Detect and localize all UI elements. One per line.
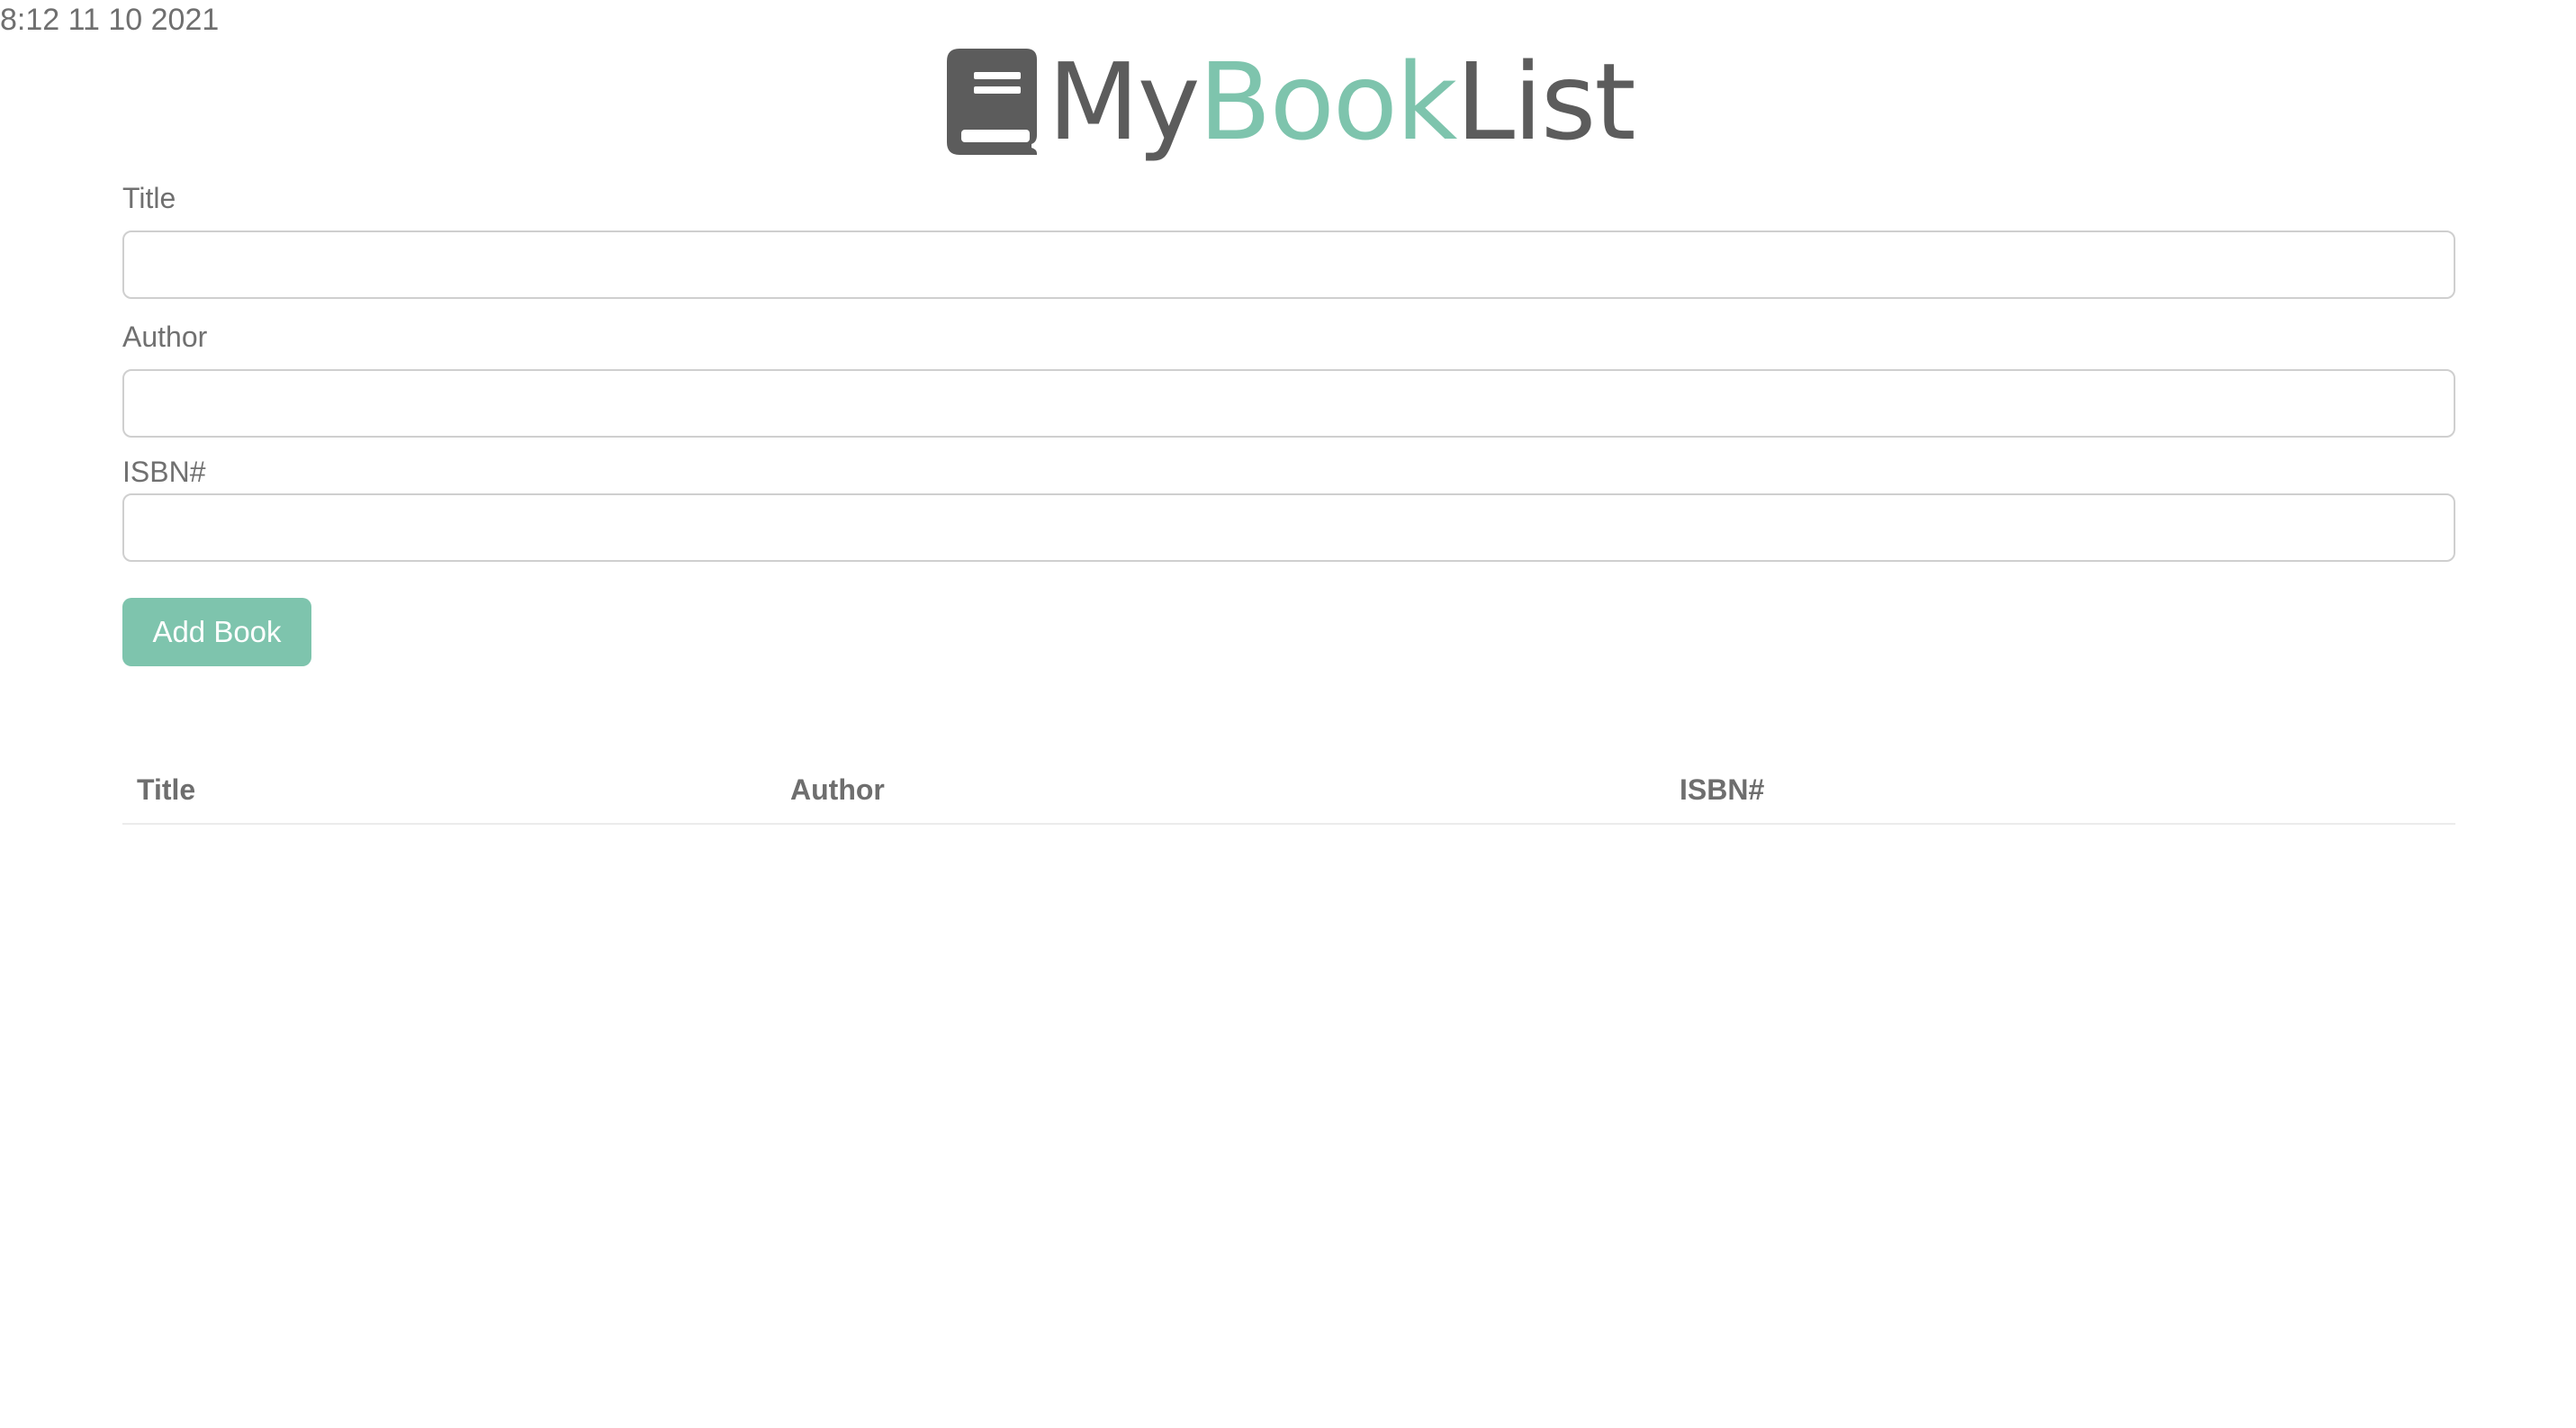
app-page: 8:12 11 10 2021 MyBookList Title Author … — [0, 0, 2576, 1428]
add-book-button[interactable]: Add Book — [122, 598, 311, 666]
author-input[interactable] — [122, 369, 2455, 438]
book-form: Title Author ISBN# — [122, 176, 2455, 578]
app-title-my: My — [1048, 40, 1201, 164]
book-icon — [947, 49, 1037, 155]
title-label: Title — [122, 182, 176, 214]
title-input[interactable] — [122, 230, 2455, 299]
app-title-list: List — [1455, 40, 1635, 164]
title-field-group: Title — [122, 176, 2455, 299]
app-title: MyBookList — [1048, 43, 1636, 160]
datetime-display: 8:12 11 10 2021 — [0, 3, 220, 37]
app-title-book: Book — [1198, 40, 1458, 164]
table-header: Title Author ISBN# — [122, 756, 2455, 825]
isbn-label: ISBN# — [122, 456, 206, 488]
author-field-group: Author — [122, 315, 2455, 438]
isbn-field-group: ISBN# — [122, 454, 2455, 562]
isbn-input[interactable] — [122, 493, 2455, 562]
table-header-row: Title Author ISBN# — [122, 756, 2455, 825]
column-header-title: Title — [122, 756, 776, 825]
book-list-table: Title Author ISBN# — [122, 756, 2455, 825]
column-header-isbn: ISBN# — [1665, 756, 2455, 825]
author-label: Author — [122, 321, 208, 353]
column-header-author: Author — [776, 756, 1665, 825]
app-logo: MyBookList — [947, 43, 1636, 160]
